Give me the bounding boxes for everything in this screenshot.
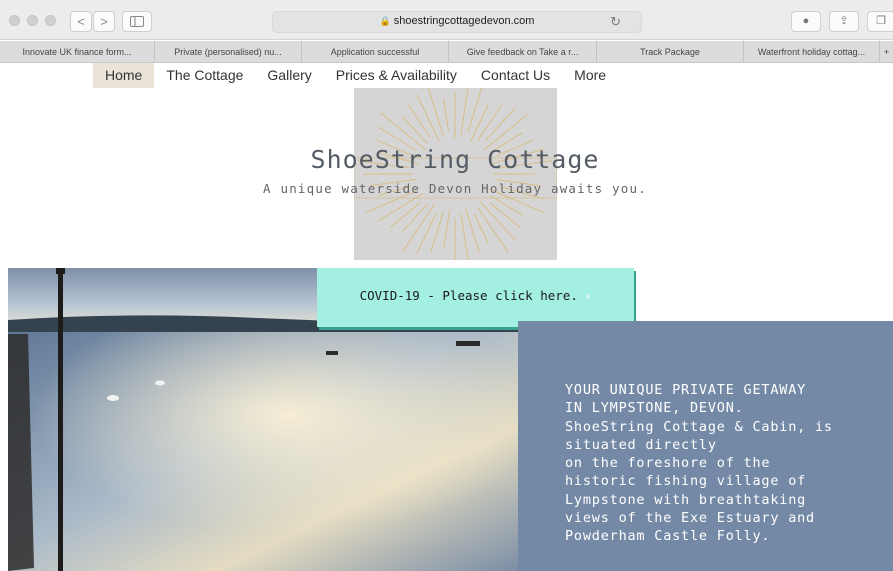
- intro-line: YOUR UNIQUE PRIVATE GETAWAY: [565, 382, 807, 398]
- sun-ray: [489, 202, 521, 228]
- site-menu: Home The Cottage Gallery Prices & Availa…: [93, 63, 618, 88]
- intro-line: situated directly: [565, 436, 717, 453]
- sun-ray: [416, 213, 437, 254]
- browser-tab[interactable]: Track Package: [597, 41, 744, 63]
- site-title: ShoeString Cottage: [310, 145, 600, 174]
- new-tab-button[interactable]: +: [880, 41, 893, 63]
- sun-ray: [401, 204, 435, 253]
- sidebar-button[interactable]: [122, 11, 152, 32]
- sun-ray: [470, 104, 489, 142]
- sun-ray: [460, 213, 469, 260]
- intro-text: YOUR UNIQUE PRIVATE GETAWAY IN LYMPSTONE…: [565, 381, 885, 546]
- menu-item-more[interactable]: More: [562, 63, 618, 88]
- sun-ray: [473, 213, 489, 244]
- menu-item-gallery[interactable]: Gallery: [255, 63, 323, 88]
- intro-line: IN LYMPSTONE, DEVON.: [565, 400, 744, 417]
- menu-item-contact-us[interactable]: Contact Us: [469, 63, 562, 88]
- sunburst-graphic: [354, 88, 557, 260]
- privacy-report-button[interactable]: ●: [791, 11, 821, 32]
- shield-icon: ●: [802, 15, 810, 27]
- browser-tab[interactable]: Private (personalised) nu...: [155, 41, 302, 63]
- sun-ray: [430, 212, 444, 253]
- covid-button-label: COVID-19 - Please click here.: [359, 288, 578, 303]
- browser-tab[interactable]: Give feedback on Take a r...: [449, 41, 597, 63]
- sun-ray: [484, 107, 516, 142]
- covid-button[interactable]: COVID-19 - Please click here. ›: [317, 268, 634, 327]
- sun-ray: [389, 202, 421, 228]
- sun-ray: [443, 209, 451, 250]
- browser-tab[interactable]: Waterfront holiday cottag...: [744, 41, 880, 63]
- minimize-window-icon[interactable]: [27, 15, 38, 26]
- intro-line: Lympstone with breathtaking: [565, 491, 807, 508]
- chevron-right-icon: ›: [583, 288, 592, 303]
- intro-line: views of the Exe Estuary and: [565, 510, 815, 527]
- sun-ray: [467, 88, 483, 133]
- maximize-window-icon[interactable]: [45, 15, 56, 26]
- share-button[interactable]: ⇪: [829, 11, 859, 32]
- sun-logo: [354, 88, 557, 260]
- forward-button[interactable]: >: [93, 11, 115, 32]
- close-window-icon[interactable]: [9, 15, 20, 26]
- menu-item-prices-availability[interactable]: Prices & Availability: [324, 63, 469, 88]
- chevron-left-icon: <: [77, 14, 85, 29]
- tab-bar: Innovate UK finance form... Private (per…: [0, 41, 893, 63]
- website: Home The Cottage Gallery Prices & Availa…: [0, 63, 893, 571]
- address-bar[interactable]: 🔒 shoestringcottagedevon.com ↻: [272, 11, 642, 33]
- sun-ray: [402, 116, 428, 145]
- sun-ray: [443, 98, 449, 131]
- menu-item-the-cottage[interactable]: The Cottage: [154, 63, 255, 88]
- sun-ray: [465, 208, 480, 253]
- menu-item-home[interactable]: Home: [93, 63, 155, 88]
- sun-ray: [408, 104, 431, 138]
- browser-tab[interactable]: Application successful: [302, 41, 449, 63]
- browser-toolbar: < > 🔒 shoestringcottagedevon.com ↻ ● ⇪ ❐: [0, 0, 893, 40]
- intro-line: historic fishing village of: [565, 473, 807, 490]
- reload-icon[interactable]: ↻: [610, 14, 621, 30]
- intro-line: ShoeString Cottage & Cabin, is: [565, 418, 833, 435]
- sidebar-icon: [130, 16, 144, 27]
- sun-ray: [402, 203, 428, 232]
- site-tagline: A unique waterside Devon Holiday awaits …: [263, 181, 647, 196]
- sun-ray: [460, 88, 469, 135]
- tabs-overview-button[interactable]: ❐: [867, 11, 893, 32]
- intro-line: on the foreshore of the: [565, 455, 771, 472]
- sun-ray: [427, 88, 444, 136]
- lock-icon: 🔒: [379, 16, 391, 26]
- intro-panel: YOUR UNIQUE PRIVATE GETAWAY IN LYMPSTONE…: [518, 321, 893, 571]
- chevron-right-icon: >: [100, 14, 108, 29]
- url-text: shoestringcottagedevon.com: [393, 15, 535, 27]
- browser-tab[interactable]: Innovate UK finance form...: [0, 41, 155, 63]
- tabs-icon: ❐: [876, 15, 886, 27]
- sun-ray: [477, 104, 502, 141]
- back-button[interactable]: <: [70, 11, 92, 32]
- intro-line: Powderham Castle Folly.: [565, 528, 771, 545]
- share-icon: ⇪: [839, 15, 849, 27]
